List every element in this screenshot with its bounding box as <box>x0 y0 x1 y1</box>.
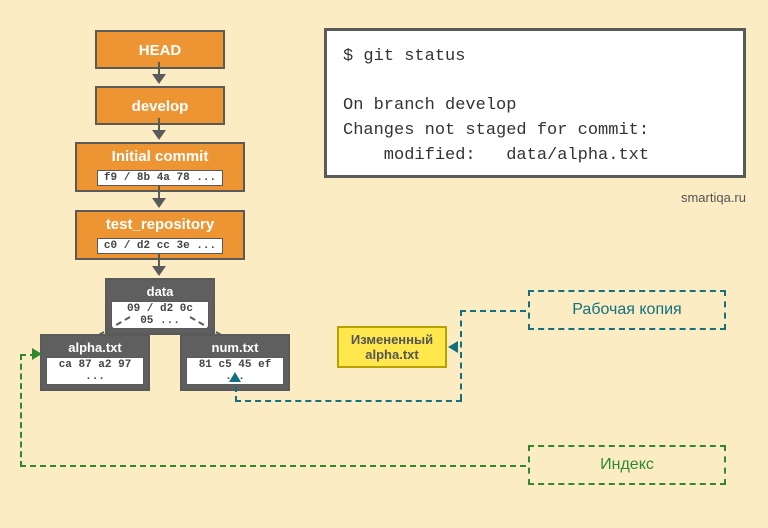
head-node: HEAD <box>95 30 225 69</box>
changed-file-box: Измененный alpha.txt <box>337 326 447 368</box>
teal-path <box>235 400 462 402</box>
data-node: data 09 / d2 0c 05 ... <box>105 278 215 335</box>
repo-node: test_repository c0 / d2 cc 3e ... <box>75 210 245 260</box>
develop-label: develop <box>97 94 223 117</box>
attribution: smartiqa.ru <box>681 190 746 205</box>
teal-path <box>460 310 526 312</box>
term-line: modified: data/alpha.txt <box>343 146 649 165</box>
terminal-output: $ git status On branch develop Changes n… <box>324 28 746 178</box>
working-copy-label: Рабочая копия <box>528 290 726 330</box>
green-path <box>20 354 22 467</box>
develop-node: develop <box>95 86 225 125</box>
alpha-hash: ca 87 a2 97 ... <box>46 357 144 385</box>
arrow-up-icon <box>229 372 241 382</box>
num-label: num.txt <box>182 336 288 357</box>
green-path <box>20 465 526 467</box>
term-line: Changes not staged for commit: <box>343 121 649 140</box>
commit-node: Initial commit f9 / 8b 4a 78 ... <box>75 142 245 192</box>
teal-path <box>460 310 462 400</box>
repo-hash: c0 / d2 cc 3e ... <box>97 238 223 254</box>
arrow-left-icon <box>448 341 458 353</box>
index-label: Индекс <box>528 445 726 485</box>
changed-line1: Измененный <box>339 333 445 348</box>
term-line: $ git status <box>343 47 465 66</box>
changed-line2: alpha.txt <box>339 348 445 363</box>
arrow-right-icon <box>32 348 42 360</box>
term-line: On branch develop <box>343 96 516 115</box>
alpha-label: alpha.txt <box>42 336 148 357</box>
head-label: HEAD <box>97 38 223 61</box>
arrow-down-icon <box>152 74 166 84</box>
data-hash: 09 / d2 0c 05 ... <box>111 301 209 329</box>
commit-hash: f9 / 8b 4a 78 ... <box>97 170 223 186</box>
arrow-down-icon <box>152 198 166 208</box>
alpha-node: alpha.txt ca 87 a2 97 ... <box>40 334 150 391</box>
commit-label: Initial commit <box>77 144 243 167</box>
arrow-down-icon <box>152 266 166 276</box>
repo-label: test_repository <box>77 212 243 235</box>
arrow-down-icon <box>152 130 166 140</box>
data-label: data <box>107 280 213 301</box>
